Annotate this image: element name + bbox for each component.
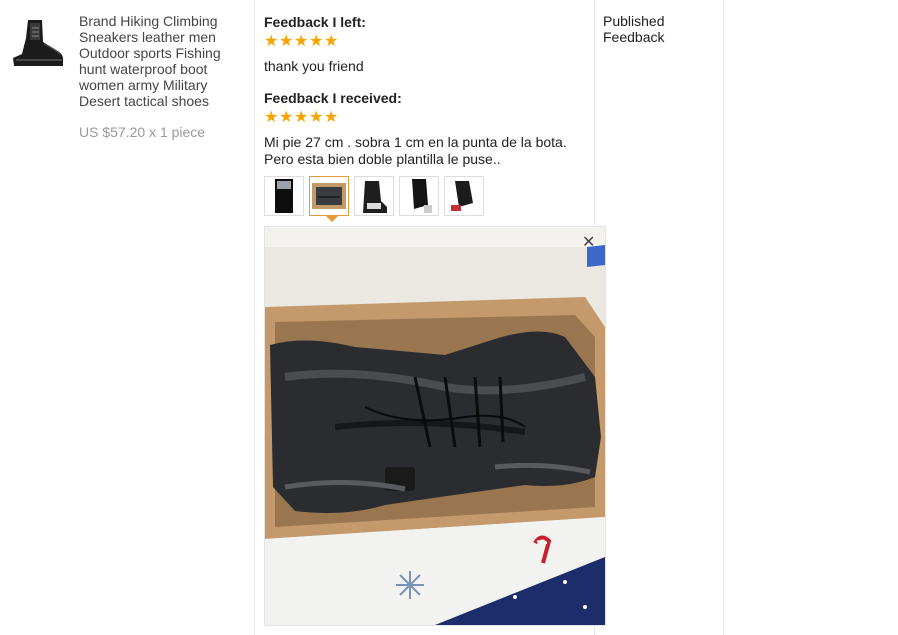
feedback-photo-thumb-selected[interactable] <box>309 176 349 216</box>
star-icon: ★ <box>324 109 339 126</box>
feedback-photo-thumb[interactable] <box>399 176 439 216</box>
selected-photo-caret-icon <box>326 216 338 222</box>
feedback-received-heading: Feedback I received: <box>264 90 402 106</box>
feedback-status: Published Feedback <box>603 13 693 45</box>
product-image[interactable] <box>8 14 66 72</box>
feedback-received-text-line2: Pero esta bien doble plantilla le puse.. <box>264 151 501 167</box>
star-icon: ★ <box>279 109 294 126</box>
feedback-photo-thumb[interactable] <box>264 176 304 216</box>
status-line2: Feedback <box>603 29 665 45</box>
close-icon[interactable]: ✕ <box>582 232 595 252</box>
star-icon: ★ <box>309 109 324 126</box>
star-icon: ★ <box>279 33 294 50</box>
product-price: US $57.20 x 1 piece <box>79 124 206 140</box>
feedback-left-rating: ★ ★ ★ ★ ★ <box>264 33 339 51</box>
status-line1: Published <box>603 13 665 29</box>
feedback-received-text-line1: Mi pie 27 cm . sobra 1 cm en la punta de… <box>264 134 567 150</box>
star-icon: ★ <box>309 33 324 50</box>
photo-viewer <box>264 226 606 626</box>
feedback-received-rating: ★ ★ ★ ★ ★ <box>264 109 339 127</box>
feedback-left-text: thank you friend <box>264 58 364 74</box>
feedback-photo-large <box>265 227 605 625</box>
column-divider <box>254 0 255 635</box>
feedback-photo-thumb[interactable] <box>444 176 484 216</box>
star-icon: ★ <box>294 33 309 50</box>
product-title[interactable]: Brand Hiking Climbing Sneakers leather m… <box>79 13 244 109</box>
feedback-photo-thumb[interactable] <box>354 176 394 216</box>
feedback-left-heading: Feedback I left: <box>264 14 366 30</box>
column-divider <box>723 0 724 635</box>
star-icon: ★ <box>264 109 279 126</box>
star-icon: ★ <box>264 33 279 50</box>
feedback-photo-strip <box>264 176 484 216</box>
star-icon: ★ <box>324 33 339 50</box>
star-icon: ★ <box>294 109 309 126</box>
